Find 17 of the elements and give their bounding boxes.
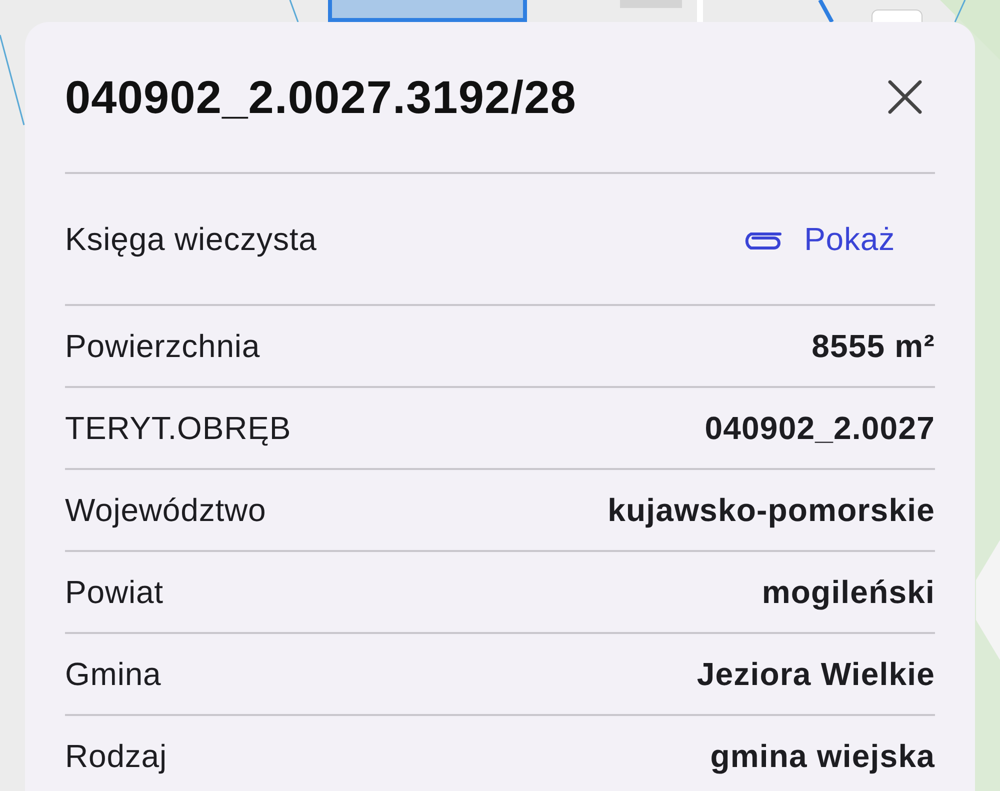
- show-link[interactable]: Pokaż: [740, 220, 895, 258]
- row-label: Województwo: [65, 492, 266, 528]
- row-value: Jeziora Wielkie: [696, 656, 935, 692]
- row-label: Powiat: [65, 574, 164, 610]
- row-value: gmina wiejska: [710, 738, 935, 774]
- row-label: Rodzaj: [65, 738, 168, 774]
- row-value: 040902_2.0027: [704, 410, 935, 446]
- parcel-title: 040902_2.0027.3192/28: [65, 70, 576, 124]
- row-value: mogileński: [762, 574, 935, 610]
- row-label: Powierzchnia: [65, 328, 260, 364]
- row-value: 8555 m²: [812, 328, 935, 364]
- close-icon: [888, 80, 922, 114]
- close-button[interactable]: [888, 80, 922, 114]
- row-label: Gmina: [65, 656, 162, 692]
- row-label: Księga wieczysta: [65, 220, 317, 258]
- row-label: TERYT.OBRĘB: [65, 410, 292, 446]
- row-value: kujawsko-pomorskie: [608, 492, 935, 528]
